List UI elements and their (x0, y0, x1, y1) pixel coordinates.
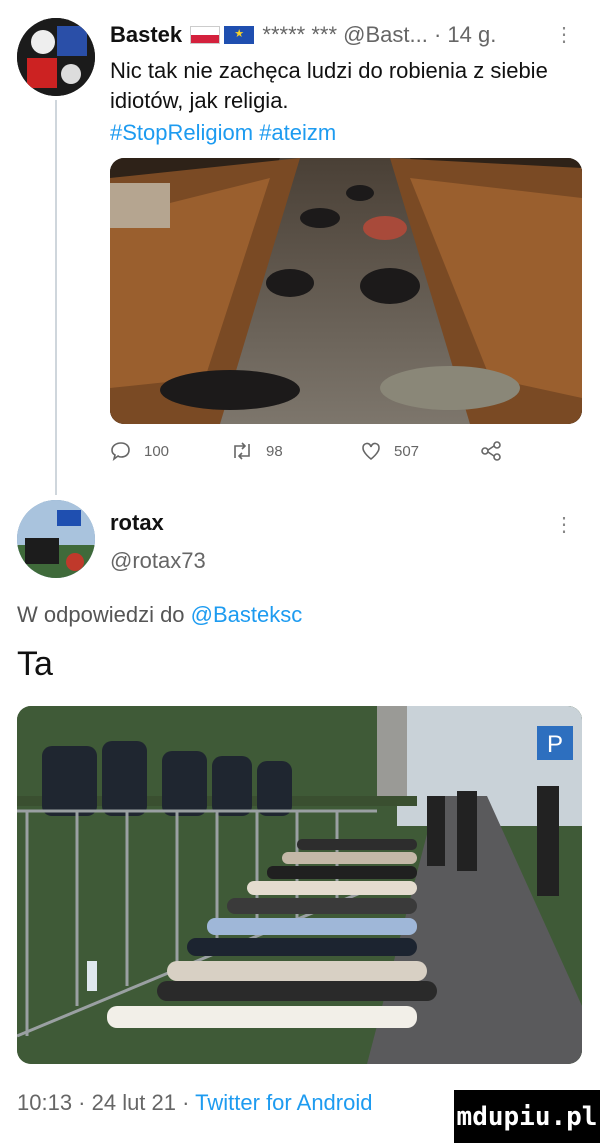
tweet-text-rotax: Ta (17, 645, 53, 683)
reply-button[interactable]: 100 (110, 440, 169, 462)
parking-sign: P (547, 731, 563, 758)
reply-context: W odpowiedzi do @Basteksc (17, 602, 302, 628)
reply-icon (111, 442, 130, 461)
tweet-text: Nic tak nie zachęca ludzi do robienia z … (110, 58, 548, 113)
flag-eu-icon (224, 26, 255, 44)
retweet-icon (234, 442, 250, 460)
reply-to-link[interactable]: @Basteksc (191, 602, 303, 627)
avatar-rotax[interactable] (17, 500, 95, 578)
display-name-rotax[interactable]: rotax (110, 510, 164, 536)
tweet-time[interactable]: · 14 g. (434, 22, 496, 47)
reply-prefix: W odpowiedzi do (17, 602, 185, 627)
tweet-bastek: Bastek ***** *** @Bast... · 14 g. ⋮ Nic … (0, 0, 600, 495)
tweet-actions: 100 98 507 (110, 440, 530, 470)
retweet-button[interactable]: 98 (230, 440, 283, 462)
more-options-icon[interactable]: ⋮ (554, 512, 574, 537)
heart-icon (362, 442, 380, 461)
reply-count: 100 (144, 442, 170, 460)
avatar-bastek[interactable] (17, 18, 95, 96)
client-link[interactable]: Twitter for Android (195, 1090, 372, 1115)
share-button[interactable] (480, 440, 502, 462)
tweet-photo-church[interactable] (110, 158, 582, 424)
like-count: 507 (394, 442, 420, 460)
like-button[interactable]: 507 (360, 440, 419, 462)
name-suffix: ***** *** (262, 22, 338, 47)
tweet-photo-street[interactable]: P (17, 706, 582, 1064)
user-handle-rotax[interactable]: @rotax73 (110, 548, 206, 574)
share-icon (481, 441, 501, 461)
tweet-meta: 10:13 · 24 lut 21 · Twitter for Android (17, 1090, 372, 1116)
hashtags[interactable]: #StopReligiom #ateizm (110, 120, 336, 146)
retweet-count: 98 (266, 442, 283, 460)
timestamp: 10:13 · 24 lut 21 · (17, 1090, 190, 1115)
more-options-icon[interactable]: ⋮ (554, 22, 574, 47)
watermark-logo: mdupiu.pl (454, 1090, 600, 1143)
flag-poland-icon (190, 26, 221, 44)
thread-line (55, 100, 57, 495)
user-handle[interactable]: @Bast... (343, 22, 428, 47)
tweet-header: Bastek ***** *** @Bast... · 14 g. (110, 22, 496, 48)
display-name[interactable]: Bastek (110, 22, 182, 47)
